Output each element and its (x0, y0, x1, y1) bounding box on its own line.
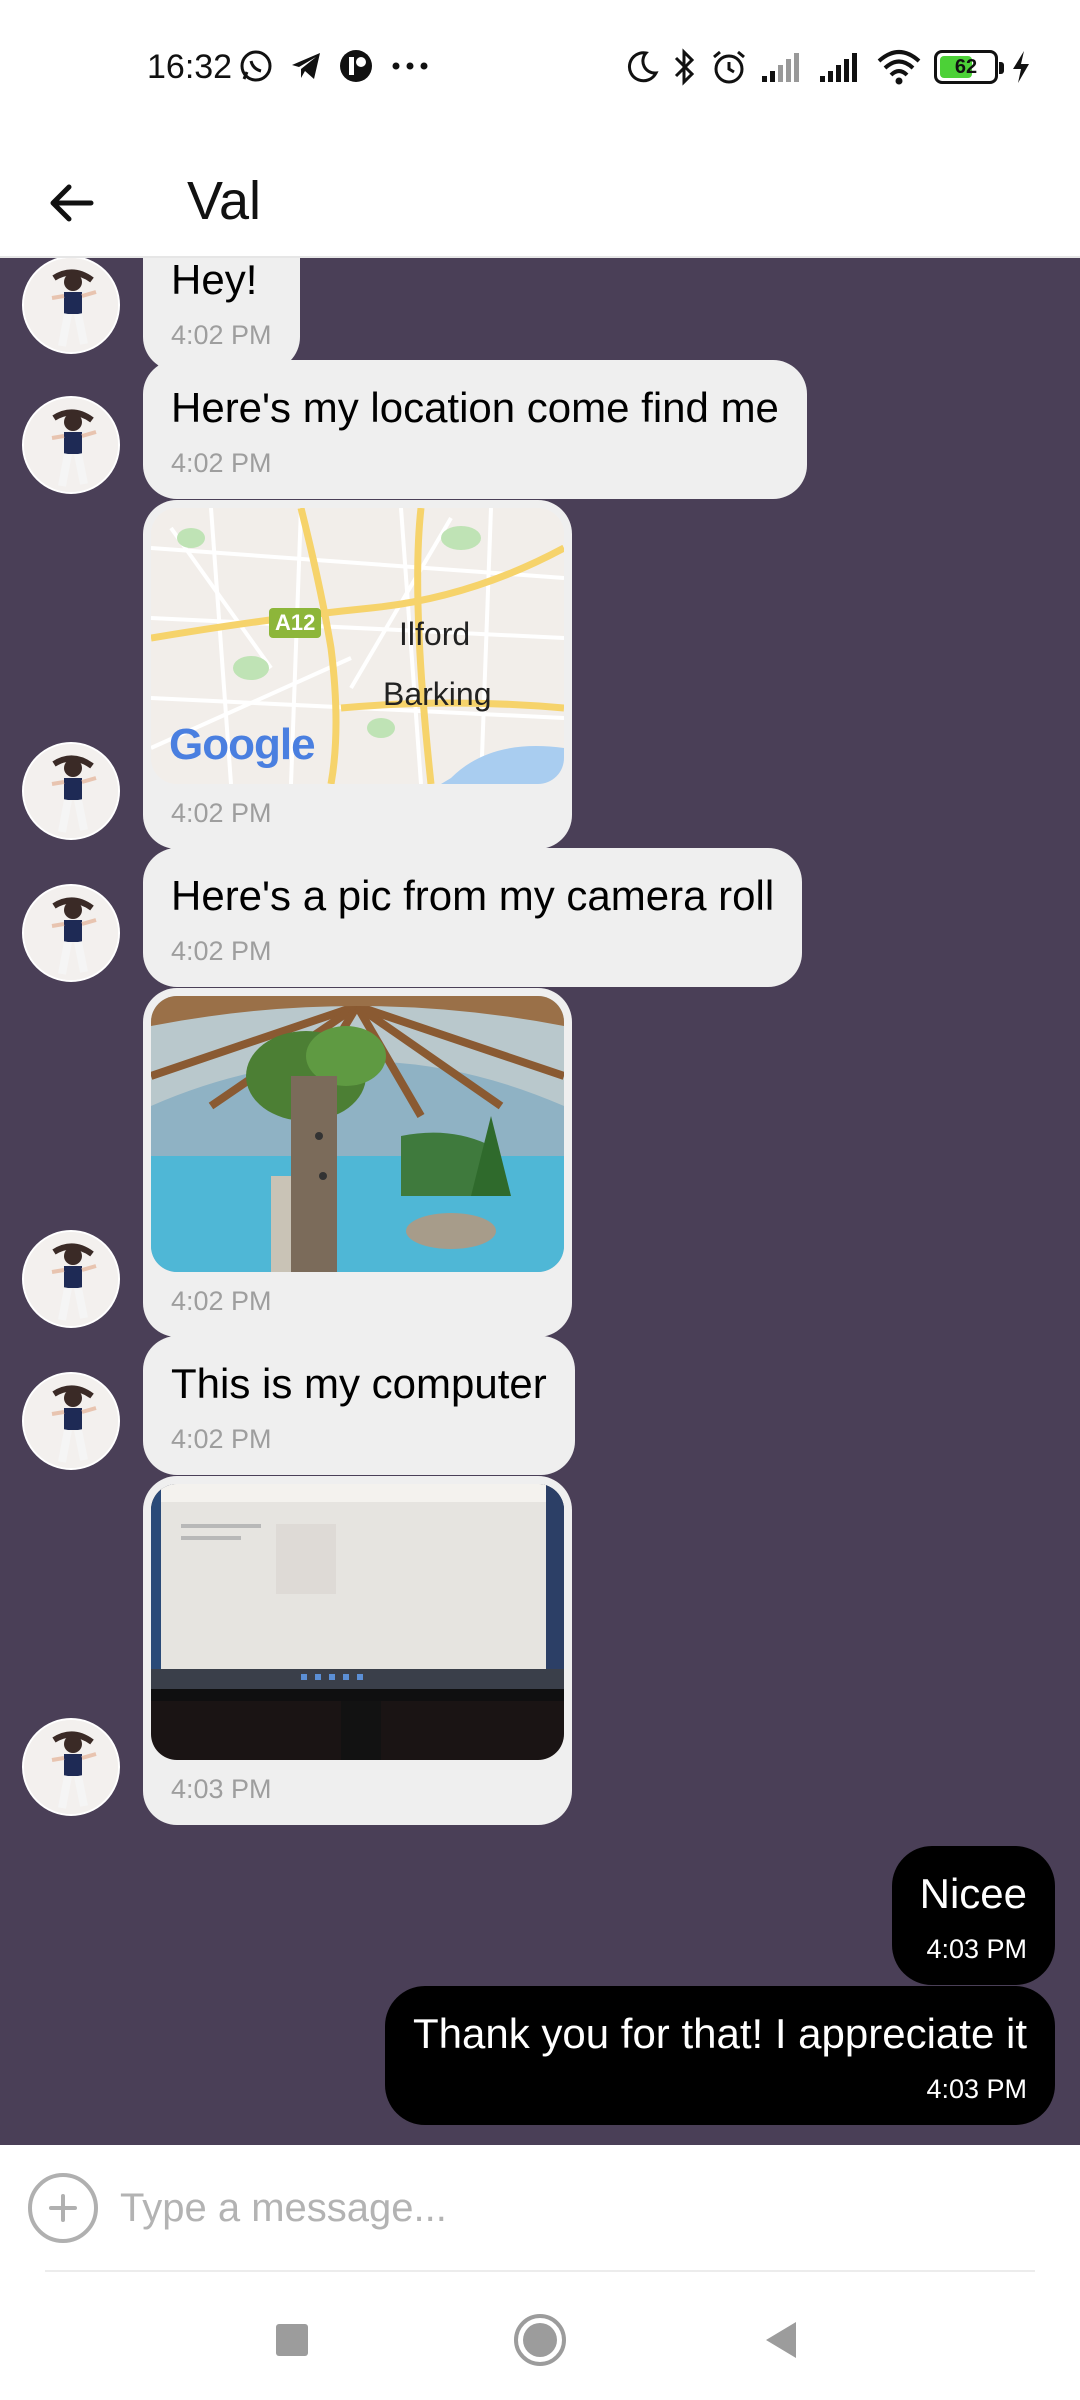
map-logo: Google (169, 720, 316, 769)
message-time: 4:02 PM (171, 1286, 272, 1316)
status-time: 16:32 (147, 48, 233, 86)
avatar[interactable] (22, 258, 120, 354)
wifi-icon (876, 49, 922, 85)
shared-photo[interactable] (151, 1484, 564, 1760)
message-time: 4:03 PM (926, 2074, 1027, 2104)
battery-level: 62 (954, 56, 978, 78)
battery-icon: 62 (934, 50, 1004, 84)
location-message[interactable]: A12 Ilford Barking Google 4:02 PM (143, 500, 572, 849)
message-text: Here's my location come find me (171, 384, 779, 431)
system-nav-bar (0, 2272, 1080, 2400)
image-message[interactable]: 4:02 PM (143, 988, 572, 1337)
moon-icon (624, 49, 660, 85)
map-road-label: A12 (269, 608, 322, 638)
avatar[interactable] (22, 742, 120, 840)
message-bubble[interactable]: This is my computer 4:02 PM (143, 1336, 575, 1475)
signal-icon (760, 50, 806, 84)
avatar[interactable] (22, 1718, 120, 1816)
message-list[interactable]: Hey! 4:02 PM Here's my location come fin… (0, 258, 1080, 2145)
image-message[interactable]: 4:03 PM (143, 1476, 572, 1825)
status-bar: 16:32 62 (0, 0, 1080, 140)
shared-photo[interactable] (151, 996, 564, 1272)
message-time: 4:02 PM (171, 798, 272, 828)
recents-button[interactable] (262, 2310, 322, 2370)
charging-icon (1010, 49, 1032, 85)
message-time: 4:02 PM (171, 320, 272, 350)
message-text: Here's a pic from my camera roll (171, 872, 775, 919)
avatar[interactable] (22, 1230, 120, 1328)
message-input[interactable] (120, 2169, 1020, 2247)
avatar[interactable] (22, 1372, 120, 1470)
message-text: Thank you for that! I appreciate it (412, 2010, 1027, 2057)
plus-icon (49, 2194, 77, 2222)
more-dots-icon (388, 48, 432, 84)
message-text: This is my computer (171, 1360, 547, 1407)
back-button[interactable] (36, 168, 106, 238)
add-attachment-button[interactable] (28, 2173, 98, 2243)
home-circle-icon (514, 2314, 566, 2366)
avatar[interactable] (22, 396, 120, 494)
back-nav-button[interactable] (752, 2310, 812, 2370)
notification-icons (238, 48, 432, 84)
message-bubble[interactable]: Hey! 4:02 PM (143, 258, 300, 371)
map-place-label: Ilford (399, 616, 471, 652)
avatar[interactable] (22, 884, 120, 982)
message-text: Nicee (919, 1870, 1027, 1917)
message-time: 4:03 PM (926, 1934, 1027, 1964)
home-button[interactable] (510, 2310, 570, 2370)
map-place-label: Barking (383, 676, 492, 712)
message-bubble-outgoing[interactable]: Thank you for that! I appreciate it 4:03… (384, 1986, 1055, 2125)
message-time: 4:02 PM (171, 1424, 272, 1454)
triangle-back-icon (766, 2322, 796, 2358)
bluetooth-icon (672, 48, 698, 86)
contact-name[interactable]: Val (187, 170, 261, 232)
message-bubble[interactable]: Here's a pic from my camera roll 4:02 PM (143, 848, 803, 987)
signal-icon (818, 50, 864, 84)
location-map[interactable]: A12 Ilford Barking Google (151, 508, 564, 784)
message-time: 4:02 PM (171, 448, 272, 478)
message-time: 4:03 PM (171, 1774, 272, 1804)
app-icon (338, 48, 374, 84)
whatsapp-icon (238, 48, 274, 84)
message-bubble[interactable]: Here's my location come find me 4:02 PM (143, 360, 807, 499)
message-bubble-outgoing[interactable]: Nicee 4:03 PM (891, 1846, 1055, 1985)
message-text: Hey! (171, 258, 258, 303)
message-time: 4:02 PM (171, 936, 272, 966)
system-icons: 62 (624, 48, 1032, 86)
square-icon (276, 2324, 308, 2356)
telegram-icon (288, 48, 324, 84)
arrow-left-icon (50, 184, 94, 222)
message-composer (0, 2145, 1080, 2270)
alarm-icon (710, 48, 748, 86)
chat-header: Val (0, 140, 1080, 258)
